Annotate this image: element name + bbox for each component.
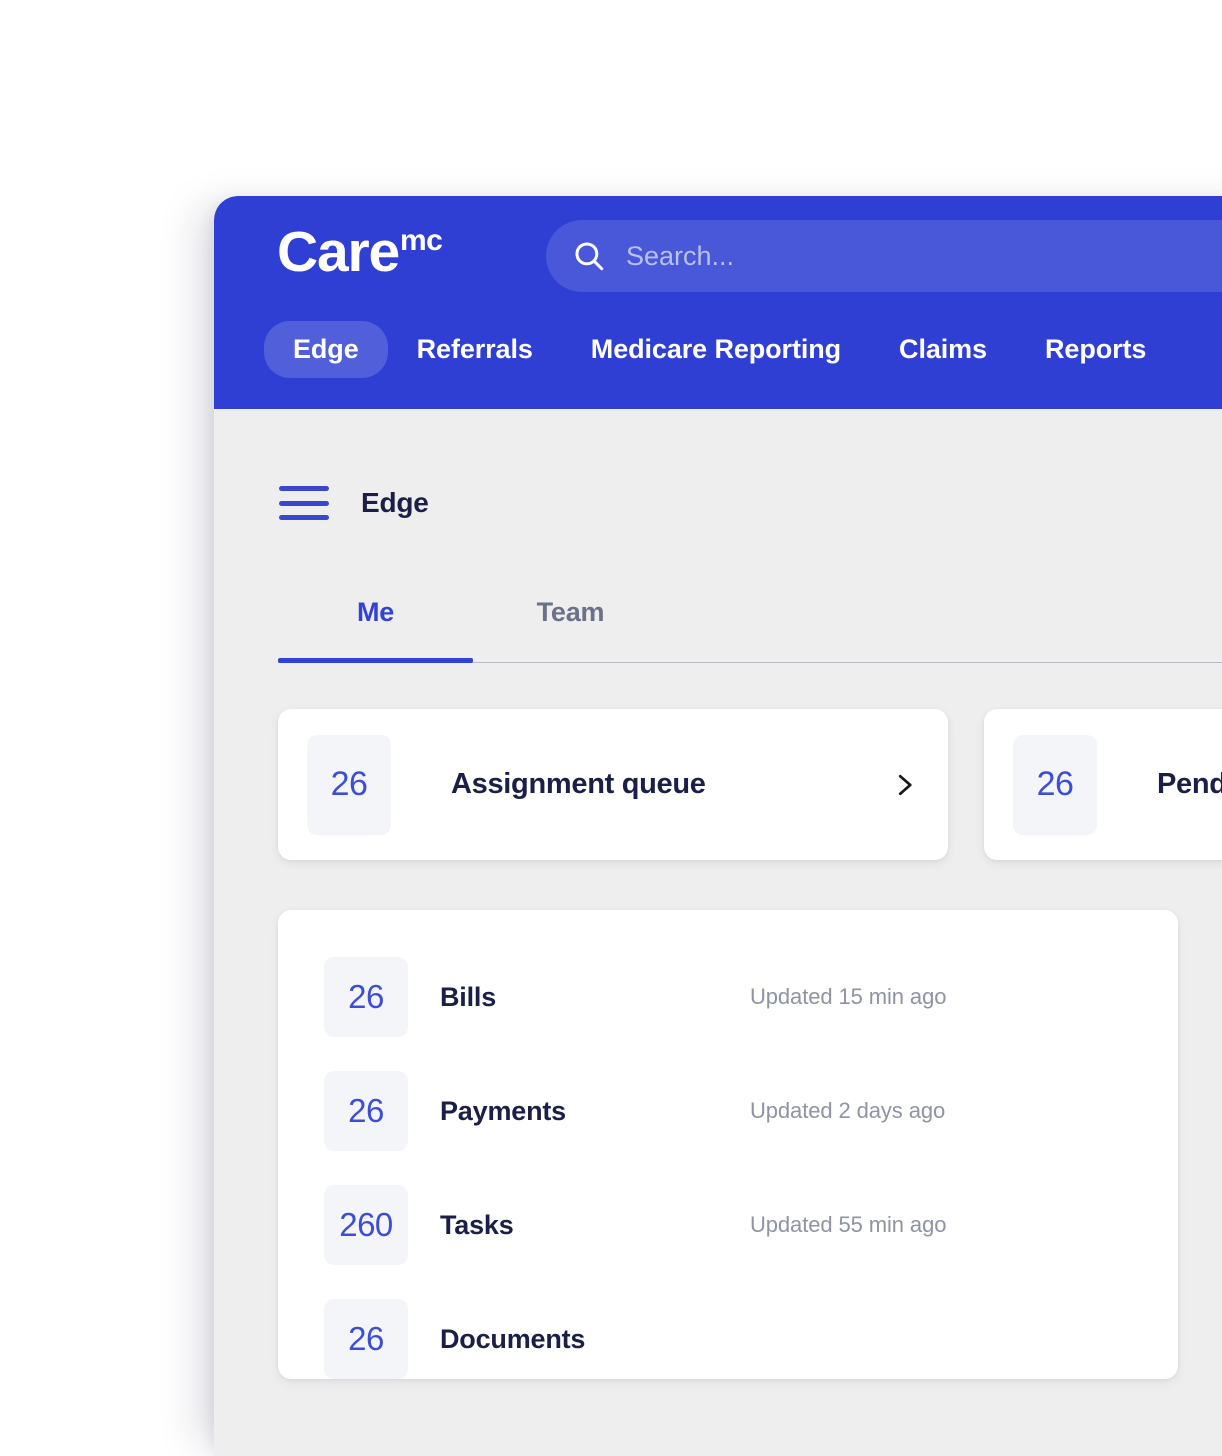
nav-item-medicare-reporting[interactable]: Medicare Reporting xyxy=(562,321,870,378)
row-updated-text: Updated 55 min ago xyxy=(750,1212,946,1238)
summary-list-card: 26 Bills Updated 15 min ago 26 Payments … xyxy=(278,910,1178,1379)
tab-team[interactable]: Team xyxy=(473,597,668,663)
active-tab-indicator xyxy=(278,658,473,663)
stat-count-badge: 26 xyxy=(1013,735,1097,835)
row-label: Payments xyxy=(440,1096,750,1127)
page-header: Edge xyxy=(214,409,1222,520)
row-label: Bills xyxy=(440,982,750,1013)
list-item-bills[interactable]: 26 Bills Updated 15 min ago xyxy=(278,957,1178,1037)
row-count: 260 xyxy=(339,1206,393,1244)
search-input[interactable] xyxy=(626,241,1222,272)
scope-tabs: Me Team xyxy=(214,597,1222,663)
search-icon xyxy=(572,239,606,273)
stat-label: Pending xyxy=(1157,768,1222,801)
stat-card-row: 26 Assignment queue 26 Pending xyxy=(214,663,1222,860)
nav-item-edge[interactable]: Edge xyxy=(264,321,388,378)
row-updated-text: Updated 2 days ago xyxy=(750,1098,945,1124)
stat-count: 26 xyxy=(1037,765,1074,804)
stat-label: Assignment queue xyxy=(451,768,706,801)
tab-me[interactable]: Me xyxy=(278,597,473,663)
stat-card-assignment-queue[interactable]: 26 Assignment queue xyxy=(278,709,948,860)
brand-name: Care xyxy=(277,224,399,281)
row-count-badge: 26 xyxy=(324,1299,408,1379)
page-content: Edge Me Team 26 Assignment queue xyxy=(214,409,1222,1379)
primary-nav: Edge Referrals Medicare Reporting Claims… xyxy=(264,321,1175,378)
list-item-payments[interactable]: 26 Payments Updated 2 days ago xyxy=(278,1071,1178,1151)
row-count: 26 xyxy=(348,978,384,1016)
app-window: Care mc Edge Referrals Medicare Reportin… xyxy=(214,196,1222,1456)
stat-card-pending[interactable]: 26 Pending xyxy=(984,709,1222,860)
row-count: 26 xyxy=(348,1092,384,1130)
list-item-documents[interactable]: 26 Documents xyxy=(278,1299,1178,1379)
stat-count: 26 xyxy=(331,765,368,804)
row-count: 26 xyxy=(348,1320,384,1358)
nav-item-claims[interactable]: Claims xyxy=(870,321,1016,378)
nav-item-referrals[interactable]: Referrals xyxy=(388,321,562,378)
page-title: Edge xyxy=(361,487,429,519)
row-label: Documents xyxy=(440,1324,750,1355)
app-header: Care mc Edge Referrals Medicare Reportin… xyxy=(214,196,1222,409)
search-box[interactable] xyxy=(546,220,1222,292)
list-item-tasks[interactable]: 260 Tasks Updated 55 min ago xyxy=(278,1185,1178,1265)
hamburger-menu-icon[interactable] xyxy=(279,486,329,520)
row-count-badge: 26 xyxy=(324,957,408,1037)
chevron-right-icon[interactable] xyxy=(889,770,919,800)
nav-item-reports[interactable]: Reports xyxy=(1016,321,1175,378)
row-count-badge: 26 xyxy=(324,1071,408,1151)
stat-count-badge: 26 xyxy=(307,735,391,835)
brand-logo[interactable]: Care mc xyxy=(277,224,442,281)
row-updated-text: Updated 15 min ago xyxy=(750,984,946,1010)
brand-superscript: mc xyxy=(400,226,442,256)
row-label: Tasks xyxy=(440,1210,750,1241)
row-count-badge: 260 xyxy=(324,1185,408,1265)
